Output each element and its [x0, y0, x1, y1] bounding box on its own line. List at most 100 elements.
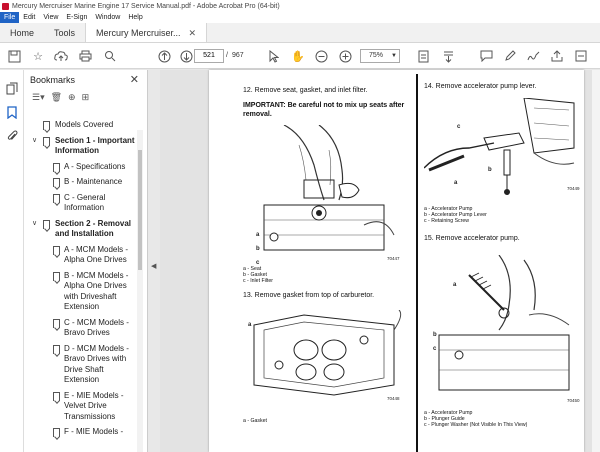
bookmarks-toolbar: ☰▾ 🗑 ⊕ ⊞: [24, 88, 147, 106]
figure-accelerator-pump: [438, 255, 570, 391]
bookmark-item[interactable]: C - MCM Models - Bravo Drives: [24, 316, 140, 342]
bookmark-item[interactable]: D - MCM Models - Bravo Drives with Drive…: [24, 342, 140, 389]
bookmark-item[interactable]: F - MIE Models -: [24, 425, 140, 441]
bookmark-icon: [43, 219, 50, 229]
comment-icon[interactable]: [478, 48, 494, 64]
page-thumbnails-icon[interactable]: [5, 82, 19, 96]
bookmarks-title: Bookmarks: [30, 75, 76, 85]
close-panel-icon[interactable]: ✕: [130, 73, 139, 86]
star-icon[interactable]: ☆: [30, 48, 46, 64]
figure-seat-removal: [263, 125, 395, 251]
attachments-icon[interactable]: [5, 130, 19, 144]
scrollbar-thumb[interactable]: [138, 150, 142, 270]
pdf-page: 12. Remove seat, gasket, and inlet filte…: [209, 70, 584, 452]
column-divider: [416, 74, 418, 452]
bookmark-item[interactable]: Models Covered: [24, 118, 140, 134]
options-menu-icon[interactable]: ☰▾: [32, 92, 45, 103]
tab-home[interactable]: Home: [0, 23, 44, 42]
legend-item: c - Retaining Screw: [424, 218, 469, 224]
bookmarks-header: Bookmarks ✕: [24, 70, 147, 88]
bookmark-icon: [53, 193, 60, 203]
step-13-text: 13. Remove gasket from top of carburetor…: [243, 292, 375, 299]
page-up-icon[interactable]: [156, 48, 172, 64]
fit-page-icon[interactable]: [415, 48, 431, 64]
callout-a: a: [256, 232, 260, 238]
tab-bar: Home Tools Mercury Mercruiser... ✕: [0, 23, 600, 43]
zoom-out-icon[interactable]: [313, 48, 329, 64]
bookmark-panel-icon[interactable]: [5, 106, 19, 120]
upload-cloud-icon[interactable]: [53, 48, 69, 64]
main-toolbar: ☆ 521 / 967 ✋ 75% ▼: [0, 43, 600, 69]
step-12-text: 12. Remove seat, gasket, and inlet filte…: [243, 87, 368, 94]
tab-document[interactable]: Mercury Mercruiser... ✕: [85, 23, 208, 43]
save-icon[interactable]: [6, 48, 22, 64]
callout-b: b: [256, 246, 260, 252]
document-scrollbar[interactable]: [592, 70, 600, 452]
bookmark-icon: [53, 318, 60, 328]
callout-a: a: [248, 322, 252, 328]
callout-b: b: [488, 167, 492, 173]
bookmark-item[interactable]: A - MCM Models - Alpha One Drives: [24, 243, 140, 269]
menu-edit[interactable]: Edit: [19, 12, 39, 23]
share-icon[interactable]: [549, 48, 565, 64]
print-icon[interactable]: [77, 48, 93, 64]
bookmark-item[interactable]: ∨ Section 1 - Important Information: [24, 134, 140, 160]
menu-window[interactable]: Window: [91, 12, 124, 23]
bookmarks-scrollbar[interactable]: [137, 130, 143, 452]
menu-help[interactable]: Help: [124, 12, 146, 23]
add-bookmark-icon[interactable]: ⊕: [68, 92, 76, 103]
chevron-down-icon[interactable]: ∨: [32, 136, 37, 147]
bookmark-item[interactable]: B - MCM Models - Alpha One Drives with D…: [24, 269, 140, 316]
document-viewer[interactable]: 12. Remove seat, gasket, and inlet filte…: [160, 70, 600, 452]
bookmarks-panel: Bookmarks ✕ ☰▾ 🗑 ⊕ ⊞ Models Covered ∨ Se…: [24, 70, 148, 452]
figure-code: 70449: [567, 186, 580, 191]
bookmark-item[interactable]: B - Maintenance: [24, 175, 140, 191]
chevron-down-icon[interactable]: ∨: [32, 219, 37, 230]
bookmark-icon: [53, 344, 60, 354]
bookmark-item[interactable]: C - General Information: [24, 191, 140, 217]
figure-pump-lever: [424, 98, 575, 195]
bookmark-icon: [53, 178, 60, 187]
zoom-value: 75%: [369, 52, 384, 59]
more-tools-icon[interactable]: [573, 48, 589, 64]
bookmark-from-selection-icon[interactable]: ⊞: [82, 92, 90, 103]
close-icon[interactable]: ✕: [189, 23, 197, 43]
menu-file[interactable]: File: [0, 12, 20, 23]
tab-tools[interactable]: Tools: [44, 23, 85, 42]
callout-c: c: [433, 346, 437, 352]
select-cursor-icon[interactable]: [266, 48, 282, 64]
step-14-text: 14. Remove accelerator pump lever.: [424, 83, 537, 90]
page-separator: /: [226, 52, 228, 59]
collapse-panel-icon[interactable]: ◀: [151, 262, 156, 270]
bookmark-icon: [53, 391, 60, 401]
pen-icon[interactable]: [502, 48, 518, 64]
bookmark-item[interactable]: E - MIE Models - Velvet Drive Transmissi…: [24, 389, 140, 426]
menu-esign[interactable]: E-Sign: [62, 12, 91, 23]
hand-tool-icon[interactable]: ✋: [290, 48, 306, 64]
legend-item: c - Inlet Filter: [243, 278, 273, 284]
zoom-in-icon[interactable]: [337, 48, 353, 64]
bookmark-tree: Models Covered ∨ Section 1 - Important I…: [24, 118, 140, 441]
page-number-input[interactable]: 521: [194, 49, 224, 63]
title-bar: Mercury Mercruiser Marine Engine 17 Serv…: [0, 0, 600, 12]
bookmark-item[interactable]: A - Specifications: [24, 160, 140, 176]
step-15-text: 15. Remove accelerator pump.: [424, 235, 520, 242]
callout-b: b: [433, 332, 437, 338]
figure-code: 70447: [387, 256, 400, 261]
legend-item: c - Plunger Washer (Not Visible In This …: [424, 422, 528, 428]
delete-bookmark-icon[interactable]: 🗑: [51, 92, 62, 103]
bookmark-icon: [53, 162, 60, 172]
chevron-down-icon: ▼: [391, 53, 397, 59]
callout-a: a: [454, 180, 458, 186]
navigation-rail: [0, 70, 24, 452]
callout-a: a: [453, 282, 457, 288]
zoom-select[interactable]: 75% ▼: [360, 49, 400, 63]
bookmark-icon: [43, 121, 50, 130]
page-down-icon[interactable]: [178, 48, 194, 64]
scroll-mode-icon[interactable]: [440, 48, 456, 64]
menu-view[interactable]: View: [39, 12, 62, 23]
bookmark-icon: [43, 136, 50, 146]
search-icon[interactable]: [102, 48, 118, 64]
sign-icon[interactable]: [525, 48, 541, 64]
bookmark-item[interactable]: ∨ Section 2 - Removal and Installation: [24, 217, 140, 243]
